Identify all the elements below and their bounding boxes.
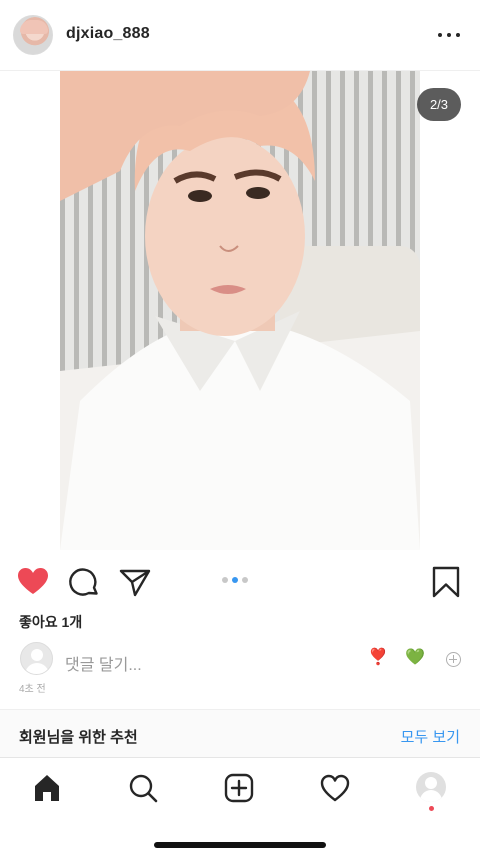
carousel-indicator <box>222 577 248 583</box>
add-emoji-icon[interactable] <box>446 652 461 667</box>
profile-tab[interactable] <box>416 772 446 802</box>
quick-emoji-heart-exclamation[interactable]: ❣️ <box>368 648 388 668</box>
home-icon[interactable] <box>27 768 67 808</box>
carousel-dot <box>222 577 228 583</box>
user-avatar[interactable] <box>13 15 53 55</box>
home-indicator <box>154 842 326 848</box>
paper-plane-icon[interactable] <box>118 565 152 599</box>
recommendations-title: 회원님을 위한 추천 <box>19 729 138 746</box>
see-all-link[interactable]: 모두 보기 <box>401 726 460 747</box>
image-counter-badge: 2/3 <box>417 88 461 121</box>
activity-heart-icon[interactable] <box>315 768 355 808</box>
more-options-icon[interactable] <box>438 28 460 42</box>
new-post-icon[interactable] <box>219 768 259 808</box>
comment-input[interactable]: 댓글 달기... <box>65 651 142 675</box>
post-timestamp: 4초 전 <box>19 684 46 695</box>
comment-icon[interactable] <box>67 565 101 599</box>
bookmark-icon[interactable] <box>429 565 463 599</box>
notification-dot <box>429 806 434 811</box>
post-image[interactable] <box>60 71 420 550</box>
post-image-illustration <box>60 71 420 550</box>
likes-count[interactable]: 좋아요 1개 <box>19 612 82 632</box>
quick-emoji-green-heart[interactable]: 💚 <box>405 648 425 668</box>
add-comment-row: 댓글 달기... ❣️ 💚 <box>0 640 480 678</box>
carousel-dot <box>242 577 248 583</box>
heart-filled-icon[interactable] <box>16 565 50 599</box>
post-actions-bar <box>0 560 480 604</box>
search-icon[interactable] <box>123 768 163 808</box>
my-avatar <box>20 642 53 675</box>
recommendations-header: 회원님을 위한 추천 모두 보기 <box>0 709 480 758</box>
username[interactable]: djxiao_888 <box>66 25 150 43</box>
carousel-dot-active <box>232 577 238 583</box>
post-header: djxiao_888 <box>0 0 480 71</box>
